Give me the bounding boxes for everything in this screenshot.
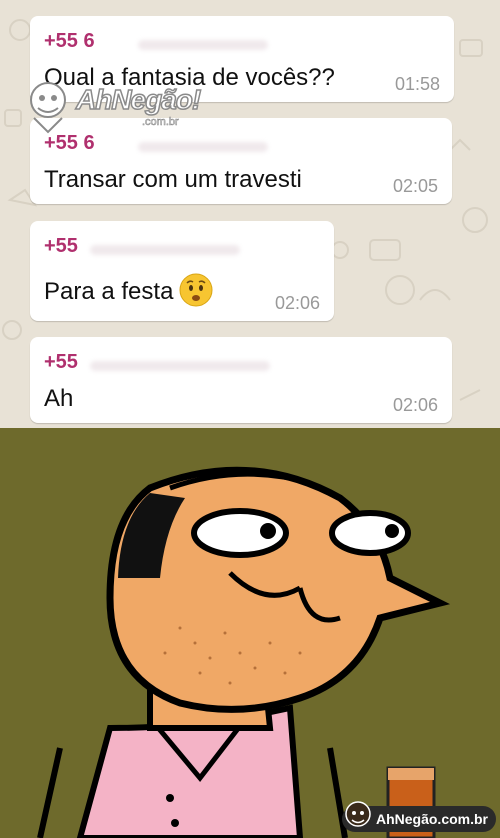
watermark-brand: AhNegão!: [75, 83, 202, 116]
watermark-domain: .com.br: [142, 116, 179, 129]
message-text: Ah: [44, 385, 74, 412]
sender-phone: +55 6: [44, 132, 95, 154]
sender-phone: +55 6: [44, 30, 95, 52]
sender-phone: +55: [44, 235, 78, 257]
cartoon-reaction-image: AhNegão.com.br: [0, 428, 500, 838]
redacted-number: [90, 245, 240, 255]
worried-face-icon: [179, 273, 213, 307]
mascot-logo-icon: [30, 82, 66, 134]
message-text: Para a festa: [44, 273, 213, 307]
footer-watermark: AhNegão.com.br: [341, 801, 496, 832]
message-bubble[interactable]: +55 Para a festa 02:06: [30, 221, 334, 321]
site-watermark: AhNegão! .com.br: [24, 78, 202, 134]
footer-watermark-text: AhNegão.com.br: [375, 811, 488, 827]
bald-man-cartoon: [37, 466, 451, 838]
redacted-number: [138, 40, 268, 50]
message-text: Transar com um travesti: [44, 166, 302, 193]
message-time: 01:58: [394, 74, 440, 94]
message-time: 02:06: [274, 293, 320, 313]
sender-phone: +55: [44, 351, 78, 373]
mascot-logo-icon: [345, 801, 371, 827]
message-time: 02:06: [392, 395, 438, 415]
message-bubble[interactable]: +55 Ah 02:06: [30, 337, 452, 423]
redacted-number: [90, 361, 270, 371]
redacted-number: [138, 142, 268, 152]
message-time: 02:05: [392, 176, 438, 196]
message-text-content: Para a festa: [44, 278, 174, 305]
chat-screenshot: +55 6 Qual a fantasia de vocês?? 01:58 +…: [0, 0, 500, 428]
